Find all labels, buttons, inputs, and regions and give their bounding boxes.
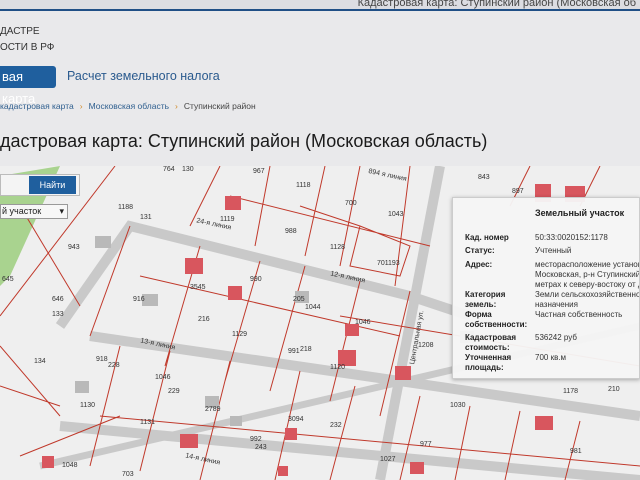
parcel-label: 897: [512, 188, 524, 195]
parcel-label: 131: [140, 214, 152, 221]
parcel-label: 700: [345, 200, 357, 207]
popup-key: Адрес:: [465, 260, 493, 269]
parcel-label: 981: [570, 448, 582, 455]
parcel-label: 988: [285, 228, 297, 235]
breadcrumb-moscow-oblast[interactable]: Московская область: [89, 101, 169, 111]
parcel-label: 3094: [288, 416, 304, 423]
popup-value: Земли сельскохозяйственно назначения: [535, 290, 640, 309]
breadcrumb-cadastral-map[interactable]: кадастровая карта: [0, 101, 74, 111]
parcel-label: 967: [253, 168, 265, 175]
popup-value: Частная собственность: [535, 310, 623, 319]
parcel-label: 1120: [330, 364, 346, 371]
parcel-label: 134: [34, 358, 46, 365]
breadcrumb: кадастровая карта › Московская область › Сту…: [0, 101, 256, 111]
parcel-label: 943: [68, 244, 80, 251]
parcel-info-popup: Земельный участок Кад. номер 50:33:002015…: [452, 197, 640, 379]
popup-value: 536242 руб: [535, 333, 577, 342]
parcel-label: 229: [168, 388, 180, 395]
top-title: Кадастровая карта: Ступинский район (Мос…: [357, 0, 636, 9]
popup-title: Земельный участок: [535, 208, 625, 218]
popup-key: Категория земель:: [465, 290, 506, 309]
parcel-label: 205: [293, 296, 305, 303]
parcel-label: 991: [288, 348, 300, 355]
popup-key: Форма собственности:: [465, 310, 528, 329]
parcel-label: 1046: [155, 374, 171, 381]
parcel-label: 918: [96, 356, 108, 363]
object-type-select[interactable]: й участок: [0, 204, 68, 219]
parcel-label: 646: [52, 296, 64, 303]
parcel-label: 243: [255, 444, 267, 451]
popup-key: Кадастровая стоимость:: [465, 333, 517, 352]
parcel-label: 133: [52, 311, 64, 318]
parcel-label: 216: [198, 316, 210, 323]
parcel-label: 1027: [380, 456, 396, 463]
parcel-label: 701: [377, 260, 389, 267]
popup-value: Учтенный: [535, 246, 572, 255]
parcel-label: 977: [420, 441, 432, 448]
popup-value: 700 кв.м: [535, 353, 567, 362]
parcel-label: 1044: [305, 304, 321, 311]
parcel-label: 1118: [296, 182, 311, 189]
tab-land-tax[interactable]: Расчет земельного налога: [67, 69, 220, 83]
popup-value: месторасположение установ Московская, р-…: [535, 260, 640, 289]
parcel-label: 1188: [118, 204, 134, 211]
breadcrumb-stupino: Ступинский район: [183, 101, 256, 111]
parcel-label: 1208: [418, 342, 434, 349]
parcel-label: 232: [330, 422, 342, 429]
parcel-label: 1178: [563, 388, 579, 395]
parcel-label: 2789: [205, 406, 221, 413]
parcel-label: 1046: [355, 319, 371, 326]
parcel-label: 1129: [232, 331, 248, 338]
parcel-label: 130: [182, 166, 194, 173]
parcel-label: 1048: [62, 462, 78, 469]
parcel-label: 764: [163, 166, 175, 173]
parcel-label: 1043: [388, 211, 404, 218]
parcel-label: 1131: [140, 419, 156, 426]
parcel-label: 916: [133, 296, 145, 303]
parcel-label: 1130: [80, 402, 96, 409]
browser-top-bar: Кадастровая карта: Ступинский район (Мос…: [0, 0, 640, 11]
parcel-label: 843: [478, 174, 490, 181]
parcel-label: 990: [250, 276, 262, 283]
popup-value: 50:33:0020152:1178: [535, 233, 608, 242]
parcel-label: 210: [608, 386, 620, 393]
search-button[interactable]: Найти: [29, 176, 76, 194]
breadcrumb-separator: ›: [175, 101, 178, 111]
parcel-label: 703: [122, 471, 134, 478]
parcel-label: 193: [388, 260, 400, 267]
parcel-label: 218: [300, 346, 312, 353]
popup-key: Кад. номер: [465, 233, 509, 242]
parcel-label: 228: [108, 362, 120, 369]
popup-key: Уточненная площадь:: [465, 353, 512, 372]
popup-key: Статус:: [465, 246, 495, 255]
logo-line1: ДАСТРЕ: [0, 26, 40, 37]
site-logo[interactable]: ДАСТРЕ ОСТИ В РФ: [0, 24, 54, 56]
parcel-label: 645: [2, 276, 14, 283]
tab-cadastral-map[interactable]: вая карта: [0, 66, 56, 106]
parcel-label: 3545: [190, 284, 206, 291]
breadcrumb-separator: ›: [79, 101, 83, 111]
parcel-label: 1128: [330, 244, 346, 251]
cadastral-map[interactable]: 764 130 1188 131 967 1118 894 я линия 843 897 943…: [0, 166, 640, 480]
parcel-label: 1030: [450, 402, 466, 409]
logo-line2: ОСТИ В РФ: [0, 42, 55, 53]
parcel-label: 992: [250, 436, 262, 443]
page-title: дастровая карта: Ступинский район (Моско…: [0, 131, 488, 151]
